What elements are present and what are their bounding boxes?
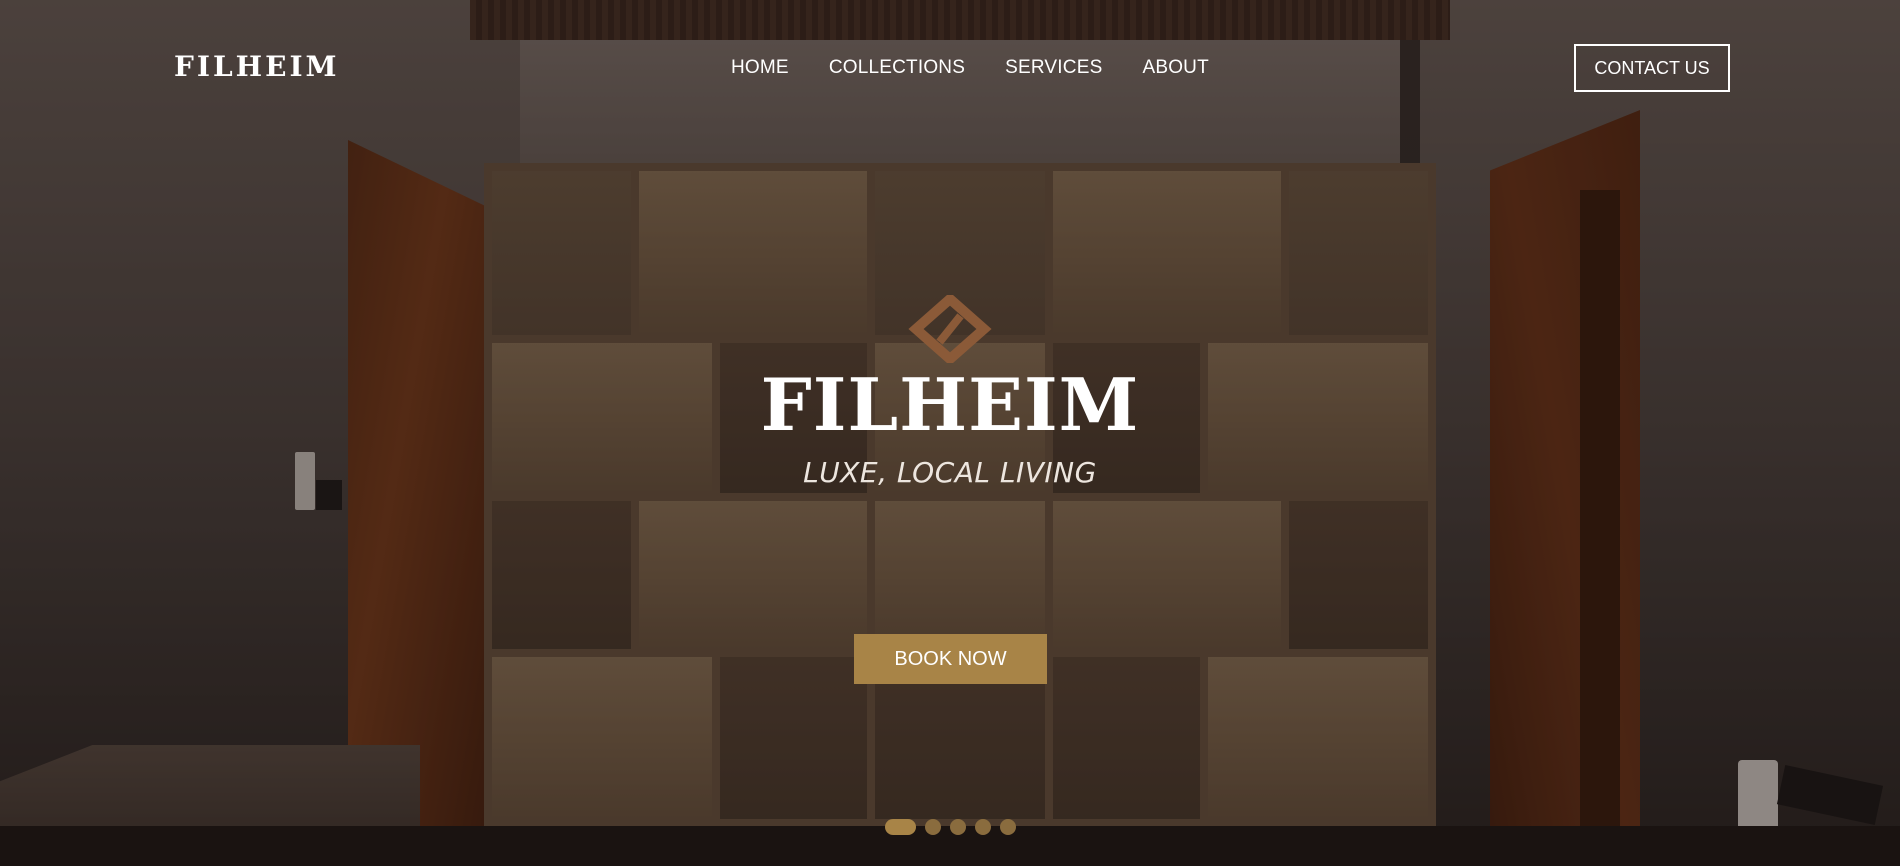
hero-title: FILHEIM <box>760 362 1140 447</box>
slider-dot[interactable] <box>925 819 941 835</box>
menu-item-about: ABOUT <box>1142 57 1208 79</box>
main-menu: HOME COLLECTIONS SERVICES ABOUT <box>731 57 1209 79</box>
hero-subtitle: LUXE, LOCAL LIVING <box>803 456 1097 489</box>
menu-link-services[interactable]: SERVICES <box>1005 57 1102 78</box>
menu-link-collections[interactable]: COLLECTIONS <box>829 57 965 78</box>
slider-dot-active[interactable] <box>885 819 916 835</box>
menu-item-services: SERVICES <box>1005 57 1102 79</box>
slider-pagination <box>885 819 1016 835</box>
menu-link-home[interactable]: HOME <box>731 57 789 78</box>
hero-section: FILHEIM HOME COLLECTIONS SERVICES ABOUT … <box>0 0 1900 866</box>
menu-item-collections: COLLECTIONS <box>829 57 965 79</box>
top-navigation: FILHEIM HOME COLLECTIONS SERVICES ABOUT … <box>0 0 1900 140</box>
book-now-button[interactable]: BOOK NOW <box>854 634 1047 684</box>
slider-dot[interactable] <box>950 819 966 835</box>
menu-item-home: HOME <box>731 57 789 79</box>
menu-link-about[interactable]: ABOUT <box>1142 57 1208 78</box>
slider-dot[interactable] <box>1000 819 1016 835</box>
diamond-logo-icon <box>908 295 992 363</box>
contact-us-button[interactable]: CONTACT US <box>1574 44 1730 92</box>
slider-dot[interactable] <box>975 819 991 835</box>
brand-logo[interactable]: FILHEIM <box>174 50 340 83</box>
